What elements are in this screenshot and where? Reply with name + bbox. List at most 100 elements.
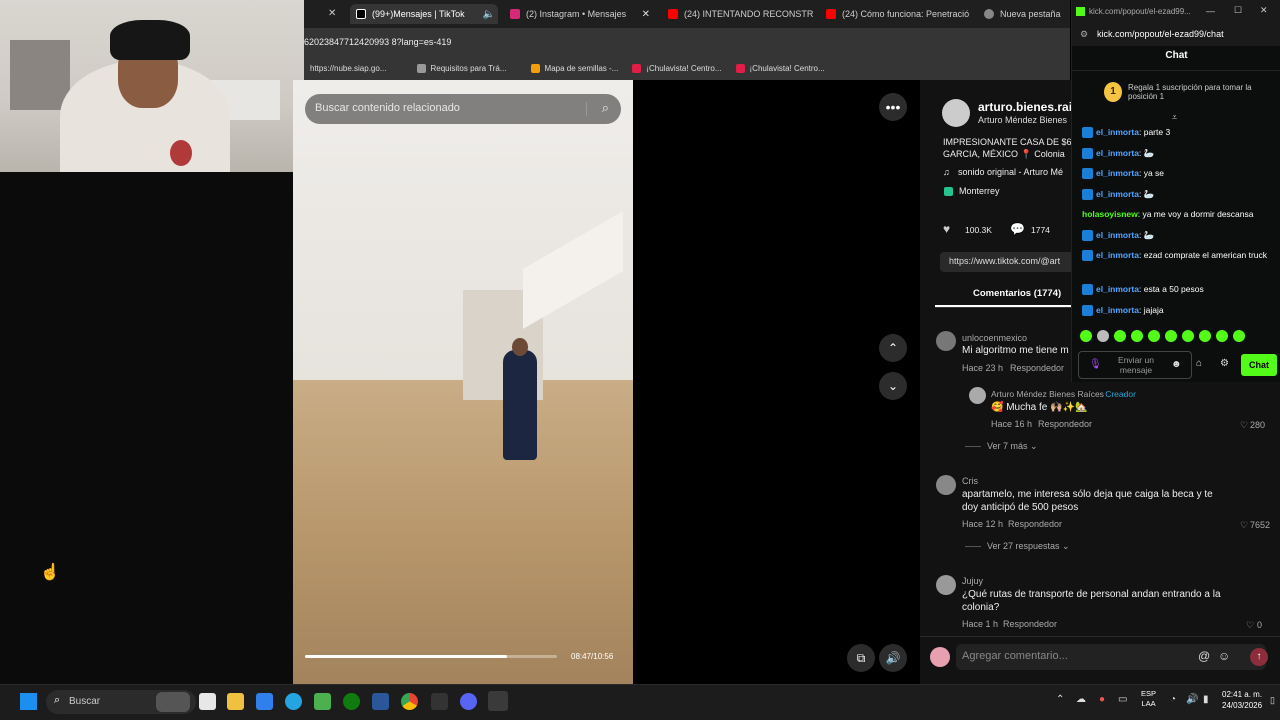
tab-tiktok[interactable]: (99+)Mensajes | TikTok 🔈 ✕ [350, 4, 498, 24]
chat-username[interactable]: holasoyisnew [1082, 209, 1138, 220]
chat-username[interactable]: el_inmorta [1096, 127, 1139, 138]
chevron-up-icon[interactable]: ⌃ [879, 334, 907, 362]
address-bar[interactable]: 62023847712420993 8?lang=es-419 [304, 28, 1070, 56]
emote-icon[interactable] [1148, 330, 1160, 342]
send-chat-button[interactable]: Chat [1241, 354, 1277, 376]
chevron-down-icon[interactable]: ⌄ [879, 372, 907, 400]
emote-icon[interactable] [1199, 330, 1211, 342]
search-icon[interactable]: ⌕ [602, 100, 609, 116]
emote-icon[interactable] [1080, 330, 1092, 342]
edge-icon[interactable] [285, 693, 302, 710]
store-icon[interactable]: ⌂ [1196, 358, 1202, 369]
chat-username[interactable]: el_inmorta [1096, 250, 1139, 260]
more-options-icon[interactable]: ••• [879, 93, 907, 121]
comment-icon[interactable]: 💬 [1010, 222, 1025, 236]
reply-button[interactable]: Respondedor [1038, 419, 1092, 429]
word-icon[interactable] [372, 693, 389, 710]
emote-icon[interactable] [1097, 330, 1109, 342]
windows-start-icon[interactable] [20, 693, 37, 710]
chevron-up-icon[interactable]: ⌃ [1056, 694, 1064, 705]
xbox-icon[interactable] [343, 693, 360, 710]
post-link[interactable]: https://www.tiktok.com/@art [940, 252, 1080, 272]
maximize-icon[interactable]: ☐ [1234, 5, 1242, 16]
bookmark[interactable]: Mapa de semillas -... [530, 63, 618, 73]
mention-icon[interactable]: @ [1198, 649, 1210, 663]
emote-icon[interactable] [1131, 330, 1143, 342]
chat-username[interactable]: el_inmorta [1096, 148, 1139, 159]
post-sound[interactable]: sonido original - Arturo Mé [958, 167, 1063, 177]
tab-youtube-1[interactable]: (24) INTENTANDO RECONSTRU ✕ [662, 4, 814, 24]
battery-icon[interactable]: ▮ [1203, 694, 1209, 705]
view-more-replies[interactable]: Ver 27 respuestas ⌄ [987, 541, 1070, 552]
emote-icon[interactable] [1182, 330, 1194, 342]
chat-username[interactable]: el_inmorta [1096, 168, 1139, 179]
minecraft-icon[interactable] [314, 693, 331, 710]
discord-icon[interactable] [460, 693, 477, 710]
taskbar-search[interactable]: ⌕ Buscar [46, 690, 196, 714]
emoji-icon[interactable]: ☺ [1218, 649, 1230, 663]
chrome-icon[interactable] [401, 693, 418, 710]
picture-in-picture-icon[interactable]: ⧉ [847, 644, 875, 672]
tab-youtube-2[interactable]: (24) Cómo funciona: Penetració ✕ [820, 4, 972, 24]
minimize-icon[interactable]: — [1206, 6, 1215, 16]
video-player[interactable] [293, 80, 633, 684]
volume-icon[interactable]: 🔊 [879, 644, 907, 672]
language-indicator[interactable]: ESP LAA [1141, 689, 1156, 709]
settings-icon[interactable]: ⚙ [1220, 358, 1229, 369]
avatar[interactable] [942, 99, 970, 127]
close-icon[interactable]: ✕ [636, 9, 656, 20]
speaker-icon[interactable]: 🔈 [477, 9, 498, 20]
post-username[interactable]: arturo.bienes.rai [978, 100, 1072, 114]
heart-icon[interactable]: ♡ [1246, 620, 1254, 631]
search-input[interactable]: Buscar contenido relacionado ⌕ [305, 94, 621, 124]
store-icon[interactable] [256, 693, 273, 710]
chat-username[interactable]: el_inmorta [1096, 305, 1139, 316]
chat-username[interactable]: el_inmorta [1096, 284, 1139, 295]
microphone-icon[interactable]: 🎙 [1089, 359, 1102, 370]
emote-icon[interactable] [1216, 330, 1228, 342]
monitor-icon[interactable]: ▭ [1118, 694, 1127, 705]
bookmark[interactable]: ¡Chulavista! Centro... [735, 63, 825, 73]
close-icon[interactable]: ✕ [328, 8, 336, 19]
comment-user[interactable]: Arturo Méndez Bienes Raíces [991, 389, 1104, 399]
video-progress-bar[interactable] [305, 655, 557, 658]
reply-button[interactable]: Respondedor [1010, 363, 1064, 373]
site-settings-icon[interactable]: ⚙ [1080, 29, 1088, 40]
chat-input[interactable]: 🎙 Enviar un mensaje ☻ [1078, 351, 1192, 379]
wifi-icon[interactable]: ◔ [1170, 694, 1176, 705]
bookmark[interactable]: Requisitos para Trá... [416, 63, 507, 73]
notification-icon[interactable]: ▯ [1270, 695, 1275, 706]
comment-user[interactable]: Cris [962, 476, 978, 486]
avatar[interactable] [936, 575, 956, 595]
chat-username[interactable]: el_inmorta [1096, 230, 1139, 241]
emote-icon[interactable] [1165, 330, 1177, 342]
tab-instagram[interactable]: (2) Instagram • Mensajes ✕ [504, 4, 656, 24]
close-icon[interactable]: ✕ [969, 9, 972, 20]
comment-user[interactable]: Jujuy [962, 576, 983, 586]
reply-button[interactable]: Respondedor [1003, 619, 1057, 629]
gift-sub-prompt[interactable]: Regala 1 suscripción para tomar la posic… [1128, 83, 1268, 101]
avatar[interactable] [936, 331, 956, 351]
pinned-collapse-icon[interactable]: ⩡ [1172, 112, 1177, 123]
volume-icon[interactable]: 🔊 [1186, 694, 1198, 705]
emote-icon[interactable] [1233, 330, 1245, 342]
chat-username[interactable]: el_inmorta [1096, 189, 1139, 200]
task-view-icon[interactable] [199, 693, 216, 710]
heart-icon[interactable]: ♡ [1240, 420, 1248, 431]
send-arrow-icon[interactable]: ↑ [1250, 648, 1268, 666]
reply-button[interactable]: Respondedor [1008, 519, 1062, 529]
emoji-icon[interactable]: ☻ [1171, 359, 1182, 370]
comment-user[interactable]: unlocoenmexico [962, 333, 1027, 343]
obs-icon[interactable] [488, 691, 508, 711]
bookmark[interactable]: ¡Chulavista! Centro... [632, 63, 722, 73]
clock[interactable]: 02:41 a. m. 24/03/2026 [1222, 689, 1262, 711]
microphone-icon[interactable]: ● [1099, 694, 1105, 705]
heart-icon[interactable]: ♥ [943, 222, 950, 236]
view-more-replies[interactable]: Ver 7 más ⌄ [987, 441, 1038, 452]
close-icon[interactable]: ✕ [1260, 5, 1268, 16]
post-location[interactable]: Monterrey [959, 186, 1000, 196]
avatar[interactable] [969, 387, 986, 404]
bookmark[interactable]: https://nube.siap.go... [310, 64, 387, 73]
cloud-icon[interactable]: ☁ [1076, 694, 1086, 705]
tab-comments[interactable]: Comentarios (1774) [973, 288, 1061, 299]
